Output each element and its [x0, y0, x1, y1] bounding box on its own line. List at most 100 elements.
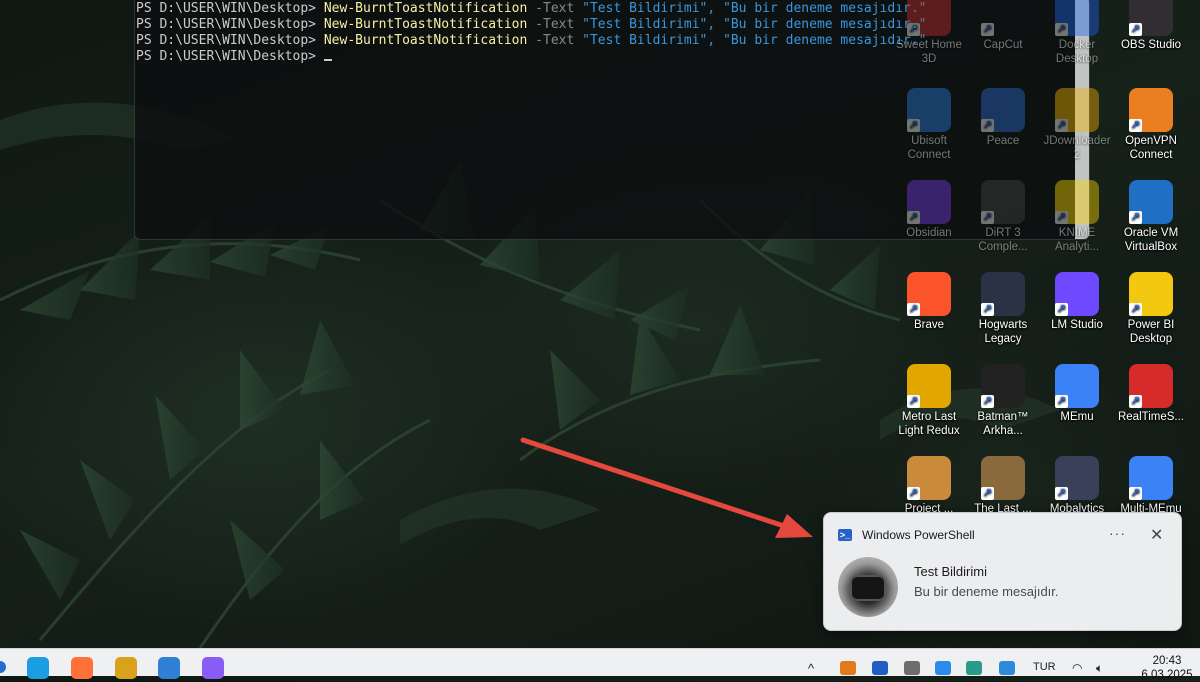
- desktop-shortcut-label: OBS Studio: [1120, 39, 1182, 51]
- wifi-icon[interactable]: ◠: [1072, 661, 1082, 675]
- close-icon[interactable]: ✕: [1150, 525, 1163, 545]
- shortcut-arrow-icon: ↗: [907, 119, 920, 132]
- desktop-shortcut[interactable]: ↗ RealTimeS...: [1114, 364, 1188, 424]
- shortcut-arrow-icon: ↗: [981, 303, 994, 316]
- shortcut-arrow-icon: ↗: [1129, 487, 1142, 500]
- shortcut-arrow-icon: ↗: [907, 211, 920, 224]
- shortcut-arrow-icon: ↗: [1129, 211, 1142, 224]
- realtimesync-icon: ↗: [1129, 364, 1173, 408]
- desktop-shortcut[interactable]: ↗ Metro Last Light Redux: [892, 364, 966, 438]
- docker-icon: ↗: [1055, 0, 1099, 36]
- batman-icon: ↗: [981, 364, 1025, 408]
- terminal-arguments: "Test Bildirimi", "Bu bir deneme mesajıd…: [582, 33, 927, 48]
- clock-date: 6.03.2025: [1141, 669, 1193, 681]
- desktop-shortcut-label: Ubisoft Connect: [907, 135, 951, 161]
- toast-app-name: Windows PowerShell: [862, 528, 975, 542]
- desktop-shortcut[interactable]: ↗ Brave: [892, 272, 966, 332]
- shortcut-arrow-icon: ↗: [1055, 395, 1068, 408]
- desktop-shortcut[interactable]: ↗ Ubisoft Connect: [892, 88, 966, 162]
- desktop-shortcut[interactable]: ↗ DiRT 3 Comple...: [966, 180, 1040, 254]
- desktop-shortcut-label: DiRT 3 Comple...: [978, 227, 1028, 253]
- more-options-icon[interactable]: ···: [1109, 525, 1126, 541]
- obs-icon: ↗: [1129, 0, 1173, 36]
- onedrive-icon[interactable]: [935, 661, 951, 675]
- virtualbox-icon: ↗: [1129, 180, 1173, 224]
- shortcut-arrow-icon: ↗: [1055, 211, 1068, 224]
- desktop-shortcut[interactable]: ↗ CapCut: [966, 0, 1040, 52]
- desktop-shortcut[interactable]: ↗ OBS Studio: [1114, 0, 1188, 52]
- copilot-icon[interactable]: [202, 657, 224, 679]
- shortcut-arrow-icon: ↗: [1129, 23, 1142, 36]
- security-icon[interactable]: [999, 661, 1015, 675]
- desktop-shortcut[interactable]: ↗ Peace: [966, 88, 1040, 148]
- memu-icon: ↗: [1055, 364, 1099, 408]
- desktop-shortcut[interactable]: ↗ Mobalytics: [1040, 456, 1114, 516]
- start-icon[interactable]: [0, 661, 6, 673]
- shortcut-arrow-icon: ↗: [981, 211, 994, 224]
- desktop-shortcut[interactable]: ↗ JDownloader 2: [1040, 88, 1114, 162]
- desktop-shortcut[interactable]: ↗ KNIME Analyti...: [1040, 180, 1114, 254]
- tray-app-icon[interactable]: [872, 661, 888, 675]
- sweet-home-3d-icon: ↗: [907, 0, 951, 36]
- winrar-icon[interactable]: [115, 657, 137, 679]
- desktop-shortcut[interactable]: ↗ Oracle VM VirtualBox: [1114, 180, 1188, 254]
- firefox-icon[interactable]: [71, 657, 93, 679]
- lm-studio-icon: ↗: [1055, 272, 1099, 316]
- toast-header: >_ Windows PowerShell: [838, 527, 975, 543]
- the-last-icon: ↗: [981, 456, 1025, 500]
- desktop-shortcut-label: Batman™ Arkha...: [977, 411, 1029, 437]
- desktop-shortcut[interactable]: ↗ Hogwarts Legacy: [966, 272, 1040, 346]
- multi-memu-icon: ↗: [1129, 456, 1173, 500]
- volume-icon[interactable]: 🔈︎: [1096, 661, 1103, 676]
- hogwarts-icon: ↗: [981, 272, 1025, 316]
- taskbar: ^ TUR ◠ 🔈︎ 20:43 6.03.2025: [0, 648, 1200, 681]
- desktop-shortcut[interactable]: ↗ Power BI Desktop: [1114, 272, 1188, 346]
- obsidian-icon: ↗: [907, 180, 951, 224]
- toast-message: Bu bir deneme mesajıdır.: [914, 584, 1059, 599]
- dirt3-icon: ↗: [981, 180, 1025, 224]
- desktop-shortcut-label: RealTimeS...: [1117, 411, 1185, 423]
- edge-icon[interactable]: [27, 657, 49, 679]
- desktop-shortcut[interactable]: ↗ Project ...: [892, 456, 966, 516]
- desktop-shortcut-label: CapCut: [983, 39, 1023, 51]
- terminal-parameter: -Text: [527, 17, 583, 32]
- desktop-shortcut-label: Obsidian: [906, 227, 952, 239]
- onedrive-off-icon[interactable]: [904, 661, 920, 675]
- desktop-shortcut[interactable]: ↗ Docker Desktop: [1040, 0, 1114, 66]
- notepad-icon[interactable]: [158, 657, 180, 679]
- project-icon: ↗: [907, 456, 951, 500]
- shortcut-arrow-icon: ↗: [1055, 303, 1068, 316]
- tray-app-icon[interactable]: [840, 661, 856, 675]
- shortcut-arrow-icon: ↗: [981, 119, 994, 132]
- shortcut-arrow-icon: ↗: [907, 23, 920, 36]
- desktop-shortcut[interactable]: ↗ Multi-MEmu: [1114, 456, 1188, 516]
- desktop-shortcut[interactable]: ↗ The Last ...: [966, 456, 1040, 516]
- terminal-parameter: -Text: [527, 1, 583, 16]
- desktop-shortcut[interactable]: ↗ Batman™ Arkha...: [966, 364, 1040, 438]
- terminal-prompt: PS D:\USER\WIN\Desktop>: [136, 1, 324, 16]
- toast-image: [838, 557, 898, 617]
- desktop-shortcut-label: LM Studio: [1051, 319, 1103, 331]
- toast-notification[interactable]: >_ Windows PowerShell ··· ✕ Test Bildiri…: [823, 512, 1182, 631]
- desktop-shortcut[interactable]: ↗ OpenVPN Connect: [1114, 88, 1188, 162]
- shortcut-arrow-icon: ↗: [1129, 395, 1142, 408]
- toast-title: Test Bildirimi: [914, 564, 987, 579]
- desktop-shortcut-label: Peace: [986, 135, 1020, 147]
- capcut-icon: ↗: [981, 0, 1025, 36]
- terminal-prompt: PS D:\USER\WIN\Desktop>: [136, 33, 324, 48]
- shortcut-arrow-icon: ↗: [1055, 119, 1068, 132]
- terminal-command: New-BurntToastNotification: [323, 1, 528, 16]
- shortcut-arrow-icon: ↗: [981, 395, 994, 408]
- desktop-shortcut-label: Sweet Home 3D: [896, 39, 962, 65]
- clock[interactable]: 20:43 6.03.2025: [1138, 654, 1196, 682]
- desktop-shortcut[interactable]: ↗ MEmu: [1040, 364, 1114, 424]
- language-indicator[interactable]: TUR: [1033, 661, 1056, 673]
- desktop-shortcut[interactable]: ↗ LM Studio: [1040, 272, 1114, 332]
- shortcut-arrow-icon: ↗: [981, 23, 994, 36]
- desktop-shortcut[interactable]: ↗ Obsidian: [892, 180, 966, 240]
- desktop-shortcut[interactable]: ↗ Sweet Home 3D: [892, 0, 966, 66]
- desktop-shortcut-label: Hogwarts Legacy: [978, 319, 1028, 345]
- tray-app-icon[interactable]: [966, 661, 982, 675]
- tray-chevron-icon[interactable]: ^: [808, 661, 814, 676]
- peace-icon: ↗: [981, 88, 1025, 132]
